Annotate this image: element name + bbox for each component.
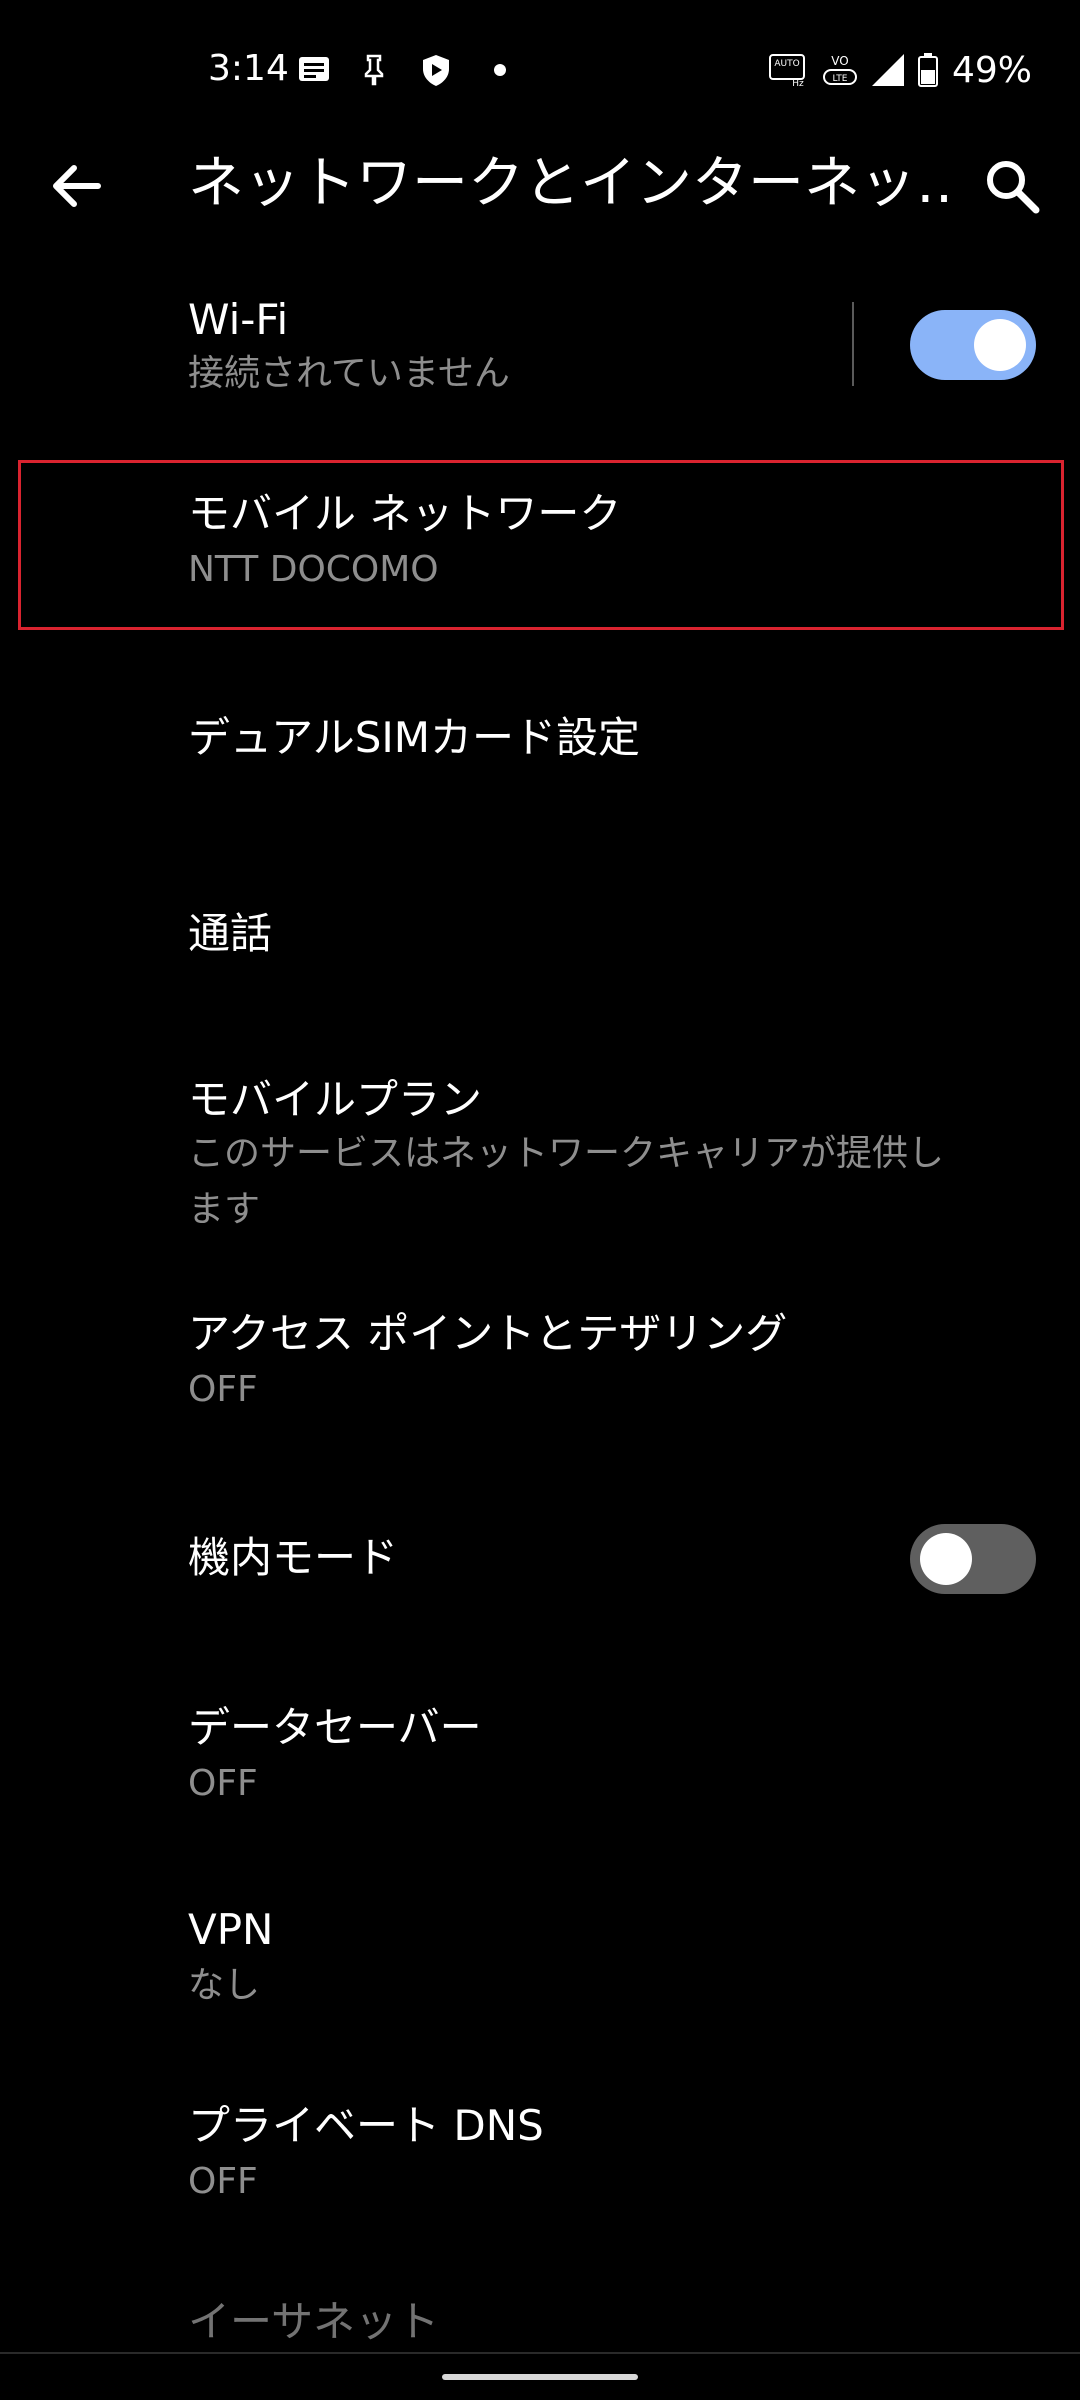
airplane-mode-toggle-thumb bbox=[920, 1533, 972, 1585]
hotspot-row[interactable]: アクセス ポイントとテザリング OFF bbox=[0, 1300, 1080, 1430]
status-time: 3:14 bbox=[208, 48, 289, 89]
mobile-plan-summary-line1: このサービスはネットワークキャリアが提供し bbox=[188, 1133, 945, 1174]
wifi-toggle-thumb bbox=[974, 319, 1026, 371]
airplane-mode-toggle[interactable] bbox=[910, 1524, 1036, 1594]
svg-text:LTE: LTE bbox=[833, 74, 848, 84]
mobile-plan-row[interactable]: モバイルプラン このサービスはネットワークキャリアが提供し ます bbox=[0, 1062, 1080, 1242]
battery-percent: 49% bbox=[952, 50, 1033, 91]
wifi-toggle[interactable] bbox=[910, 310, 1036, 380]
mobile-network-row[interactable]: モバイル ネットワーク NTT DOCOMO bbox=[0, 466, 1080, 626]
auto-hz-icon: AUTO Hz bbox=[769, 54, 805, 88]
pin-icon bbox=[364, 54, 384, 86]
data-saver-summary: OFF bbox=[188, 1763, 258, 1804]
shield-icon bbox=[423, 55, 449, 86]
mobile-network-title: モバイル ネットワーク bbox=[188, 489, 622, 538]
wifi-divider bbox=[852, 302, 854, 386]
message-icon bbox=[299, 57, 329, 81]
mobile-network-summary: NTT DOCOMO bbox=[188, 549, 439, 590]
hotspot-title: アクセス ポイントとテザリング bbox=[188, 1309, 788, 1358]
dual-sim-row[interactable]: デュアルSIMカード設定 bbox=[0, 680, 1080, 810]
page-title: ネットワークとインターネッ… bbox=[188, 151, 948, 216]
ethernet-title: イーサネット bbox=[188, 2297, 440, 2346]
private-dns-title: プライベート DNS bbox=[188, 2101, 544, 2150]
mobile-plan-summary-line2: ます bbox=[188, 1189, 261, 1230]
toolbar: ネットワークとインターネッ… bbox=[0, 130, 1080, 240]
airplane-mode-title: 機内モード bbox=[188, 1533, 399, 1582]
vpn-summary: なし bbox=[188, 1965, 261, 2006]
volte-icon: VO LTE bbox=[823, 54, 857, 85]
search-icon[interactable] bbox=[976, 150, 1048, 222]
mobile-plan-title: モバイルプラン bbox=[188, 1075, 483, 1124]
svg-text:Hz: Hz bbox=[792, 79, 804, 88]
data-saver-title: データセーバー bbox=[188, 1703, 482, 1752]
signal-icon bbox=[872, 54, 904, 86]
status-bar: 3:14 AUTO Hz VO LTE 49% bbox=[0, 0, 1080, 150]
private-dns-row[interactable]: プライベート DNS OFF bbox=[0, 2098, 1080, 2228]
dot-icon bbox=[494, 64, 506, 76]
bottom-divider bbox=[0, 2352, 1080, 2354]
vpn-title: VPN bbox=[188, 1905, 274, 1954]
svg-text:AUTO: AUTO bbox=[774, 59, 799, 69]
wifi-title: Wi-Fi bbox=[188, 295, 289, 344]
calls-row[interactable]: 通話 bbox=[0, 876, 1080, 1006]
arrow-back-icon[interactable] bbox=[40, 150, 112, 222]
wifi-summary: 接続されていません bbox=[188, 353, 510, 394]
hotspot-summary: OFF bbox=[188, 1369, 258, 1410]
gesture-nav-handle[interactable] bbox=[442, 2374, 638, 2380]
dual-sim-title: デュアルSIMカード設定 bbox=[188, 713, 641, 762]
data-saver-row[interactable]: データセーバー OFF bbox=[0, 1700, 1080, 1830]
calls-title: 通話 bbox=[188, 909, 273, 958]
ethernet-row[interactable]: イーサネット bbox=[0, 2294, 1080, 2354]
private-dns-summary: OFF bbox=[188, 2161, 258, 2202]
svg-text:VO: VO bbox=[831, 54, 848, 68]
battery-icon bbox=[918, 53, 938, 87]
vpn-row[interactable]: VPN なし bbox=[0, 1902, 1080, 2032]
